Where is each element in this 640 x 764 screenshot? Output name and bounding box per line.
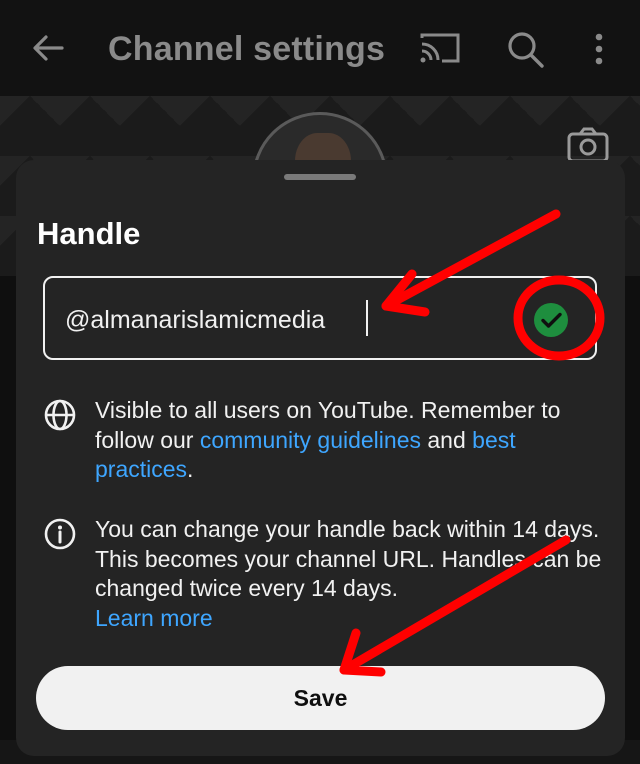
visibility-text: Visible to all users on YouTube. Remembe… [95, 397, 561, 482]
app-bar: Channel settings [0, 0, 640, 96]
drag-handle[interactable] [284, 174, 356, 180]
handle-sheet: Handle Visible to all users on YouTube. … [16, 160, 625, 756]
info-icon [43, 517, 77, 556]
cast-icon[interactable] [418, 30, 462, 71]
save-button[interactable]: Save [36, 666, 605, 730]
sheet-title: Handle [37, 216, 141, 251]
learn-more-link[interactable]: Learn more [95, 605, 213, 631]
page-title: Channel settings [108, 30, 386, 68]
back-arrow-icon[interactable] [30, 30, 66, 71]
text-caret [366, 300, 368, 336]
handle-input[interactable] [65, 300, 465, 340]
check-circle-icon [533, 302, 569, 343]
search-icon[interactable] [506, 30, 546, 75]
globe-icon [43, 398, 77, 437]
handle-field[interactable] [43, 276, 597, 360]
community-guidelines-link[interactable]: community guidelines [200, 427, 421, 453]
more-vert-icon[interactable] [592, 32, 606, 71]
change-handle-text: You can change your handle back within 1… [95, 516, 602, 631]
